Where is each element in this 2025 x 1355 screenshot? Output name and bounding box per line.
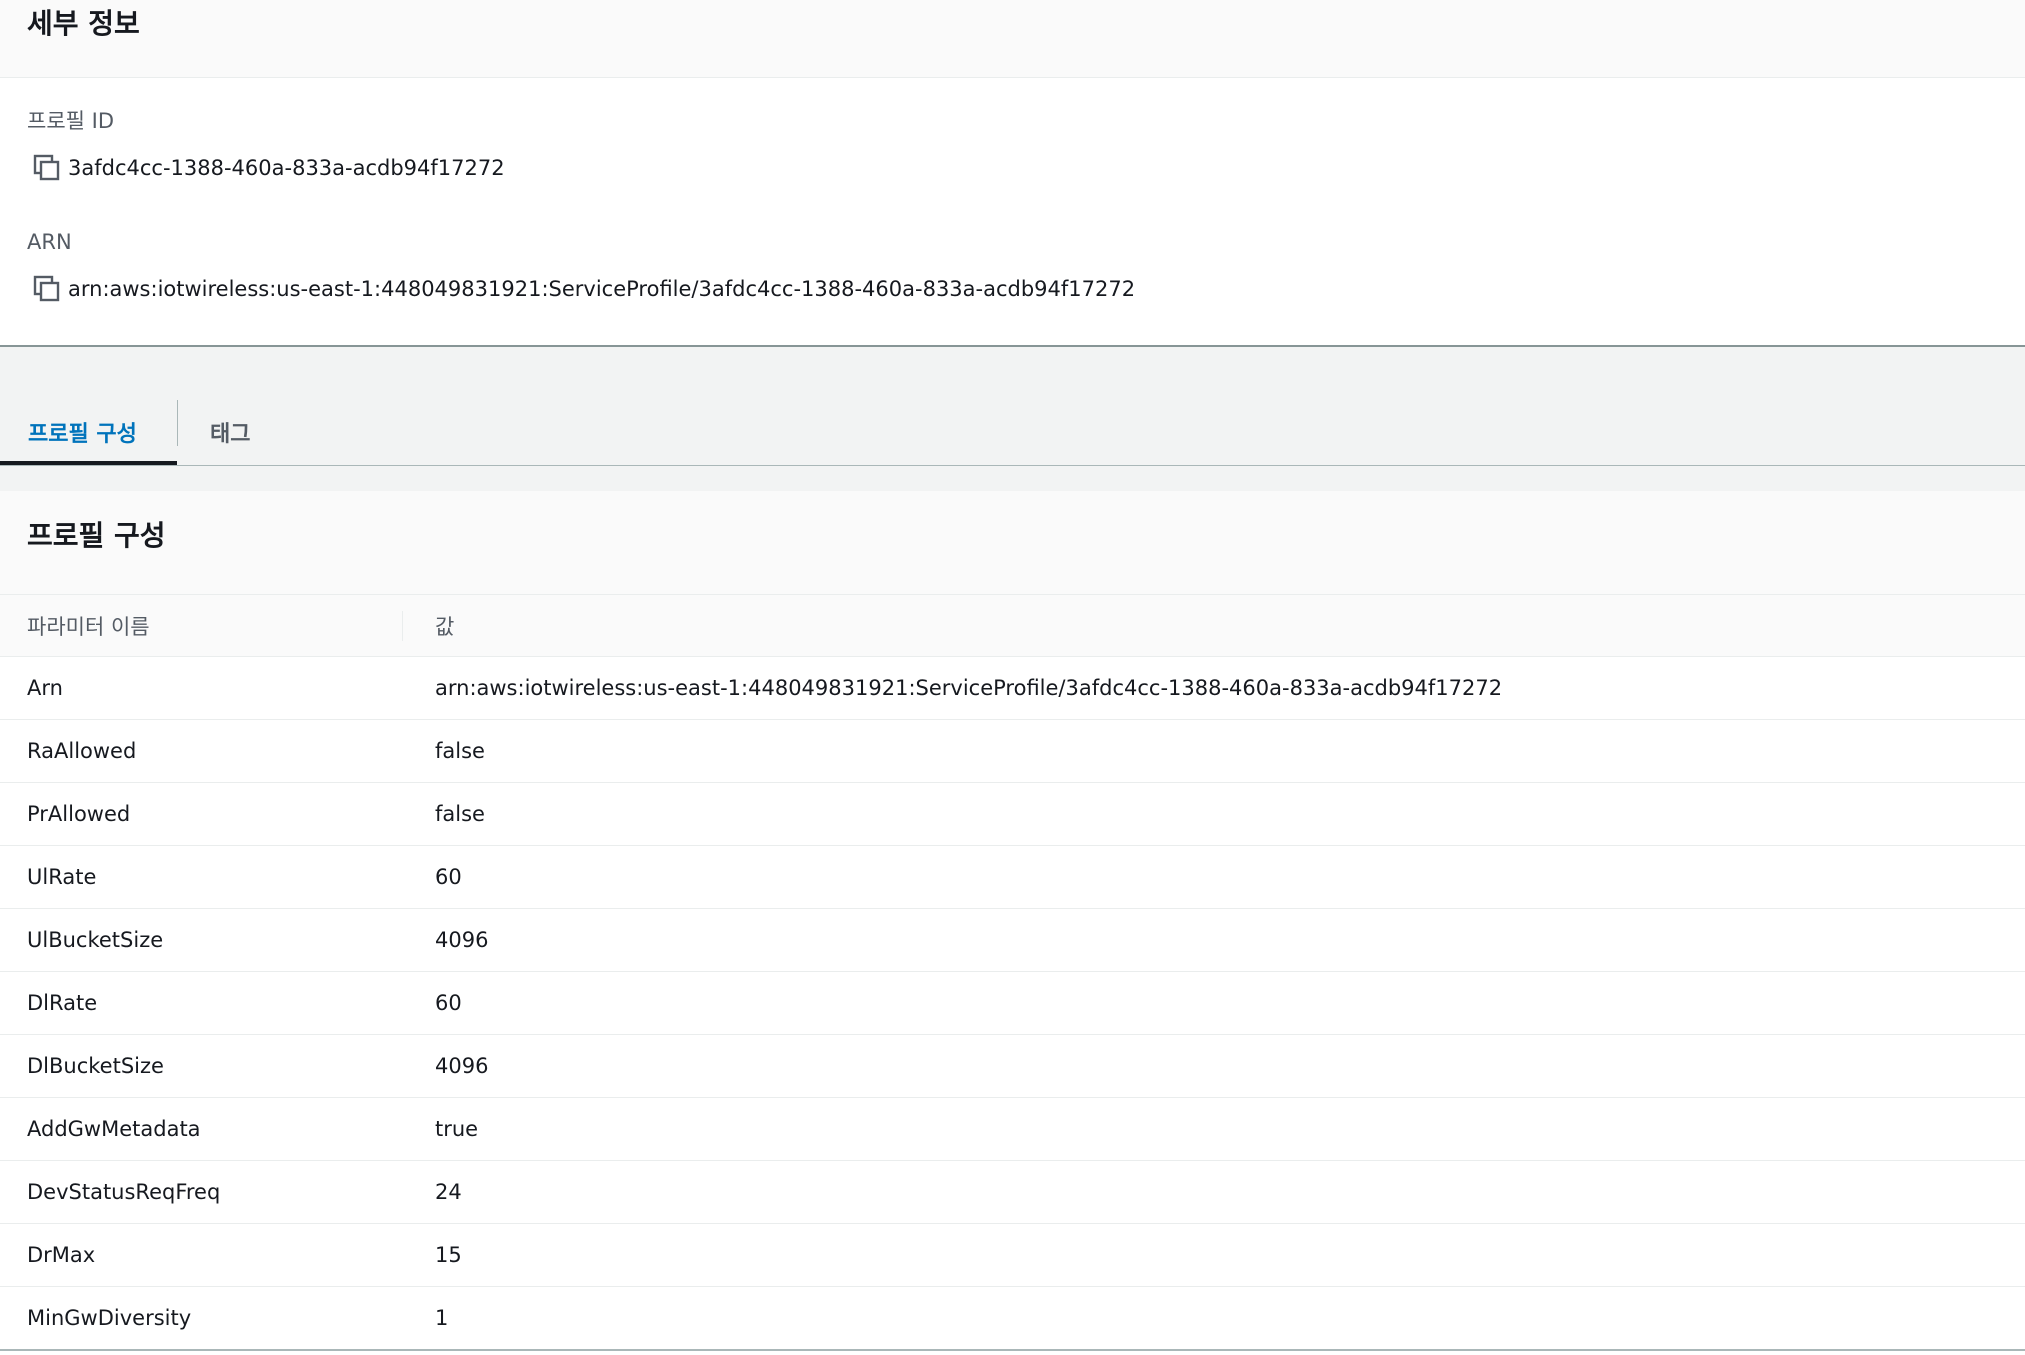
details-panel: 세부 정보 프로필 ID 3afdc4cc-1388-460a-833a-acd… bbox=[0, 0, 2025, 347]
tab-divider bbox=[177, 400, 178, 446]
param-value: 24 bbox=[402, 1160, 2025, 1224]
config-header: 프로필 구성 bbox=[0, 491, 2025, 595]
column-header-parameter-name: 파라미터 이름 bbox=[0, 595, 402, 657]
param-value: true bbox=[402, 1097, 2025, 1161]
param-value: false bbox=[402, 719, 2025, 783]
arn-value-row: arn:aws:iotwireless:us-east-1:4480498319… bbox=[32, 274, 1135, 304]
table-row: UlBucketSize 4096 bbox=[0, 908, 2025, 972]
param-name: PrAllowed bbox=[0, 782, 402, 846]
param-value: 60 bbox=[402, 845, 2025, 909]
param-name: Arn bbox=[0, 656, 402, 720]
copy-icon[interactable] bbox=[32, 153, 62, 183]
tab-tags[interactable]: 태그 bbox=[182, 405, 278, 465]
table-row: RaAllowed false bbox=[0, 719, 2025, 783]
param-value: 60 bbox=[402, 971, 2025, 1035]
tab-bar: 프로필 구성 태그 bbox=[0, 345, 2025, 466]
param-value: arn:aws:iotwireless:us-east-1:4480498319… bbox=[402, 656, 2025, 720]
profile-id-value-row: 3afdc4cc-1388-460a-833a-acdb94f17272 bbox=[32, 153, 505, 183]
table-row: DlBucketSize 4096 bbox=[0, 1034, 2025, 1098]
param-name: RaAllowed bbox=[0, 719, 402, 783]
param-value: 4096 bbox=[402, 1034, 2025, 1098]
param-value: 1 bbox=[402, 1286, 2025, 1351]
param-name: DlRate bbox=[0, 971, 402, 1035]
table-row: DrMax 15 bbox=[0, 1223, 2025, 1287]
config-title: 프로필 구성 bbox=[27, 519, 166, 552]
param-value: false bbox=[402, 782, 2025, 846]
param-name: DrMax bbox=[0, 1223, 402, 1287]
table-row: UlRate 60 bbox=[0, 845, 2025, 909]
table-row: AddGwMetadata true bbox=[0, 1097, 2025, 1161]
param-name: MinGwDiversity bbox=[0, 1286, 402, 1351]
param-name: DlBucketSize bbox=[0, 1034, 402, 1098]
profile-id-label: 프로필 ID bbox=[27, 109, 114, 133]
tab-profile-config[interactable]: 프로필 구성 bbox=[0, 405, 177, 465]
table-row: MinGwDiversity 1 bbox=[0, 1286, 2025, 1351]
param-name: DevStatusReqFreq bbox=[0, 1160, 402, 1224]
param-name: UlRate bbox=[0, 845, 402, 909]
profile-config-panel: 프로필 구성 파라미터 이름 값 Arn arn:aws:iotwireless:… bbox=[0, 491, 2025, 1355]
profile-id-value: 3afdc4cc-1388-460a-833a-acdb94f17272 bbox=[68, 156, 505, 180]
table-header-row: 파라미터 이름 값 bbox=[0, 595, 2025, 657]
param-name: AddGwMetadata bbox=[0, 1097, 402, 1161]
arn-label: ARN bbox=[27, 230, 72, 254]
parameters-table: 파라미터 이름 값 Arn arn:aws:iotwireless:us-east… bbox=[0, 595, 2025, 1351]
arn-value: arn:aws:iotwireless:us-east-1:4480498319… bbox=[68, 277, 1136, 301]
table-row: DevStatusReqFreq 24 bbox=[0, 1160, 2025, 1224]
param-value: 15 bbox=[402, 1223, 2025, 1287]
copy-icon[interactable] bbox=[32, 274, 62, 304]
page: 세부 정보 프로필 ID 3afdc4cc-1388-460a-833a-acd… bbox=[0, 0, 2025, 1355]
details-header: 세부 정보 bbox=[0, 0, 2025, 78]
column-header-value: 값 bbox=[402, 595, 2025, 657]
param-value: 4096 bbox=[402, 908, 2025, 972]
details-title: 세부 정보 bbox=[27, 7, 140, 40]
table-row: DlRate 60 bbox=[0, 971, 2025, 1035]
param-name: UlBucketSize bbox=[0, 908, 402, 972]
table-row: PrAllowed false bbox=[0, 782, 2025, 846]
table-row: Arn arn:aws:iotwireless:us-east-1:4480498… bbox=[0, 656, 2025, 720]
